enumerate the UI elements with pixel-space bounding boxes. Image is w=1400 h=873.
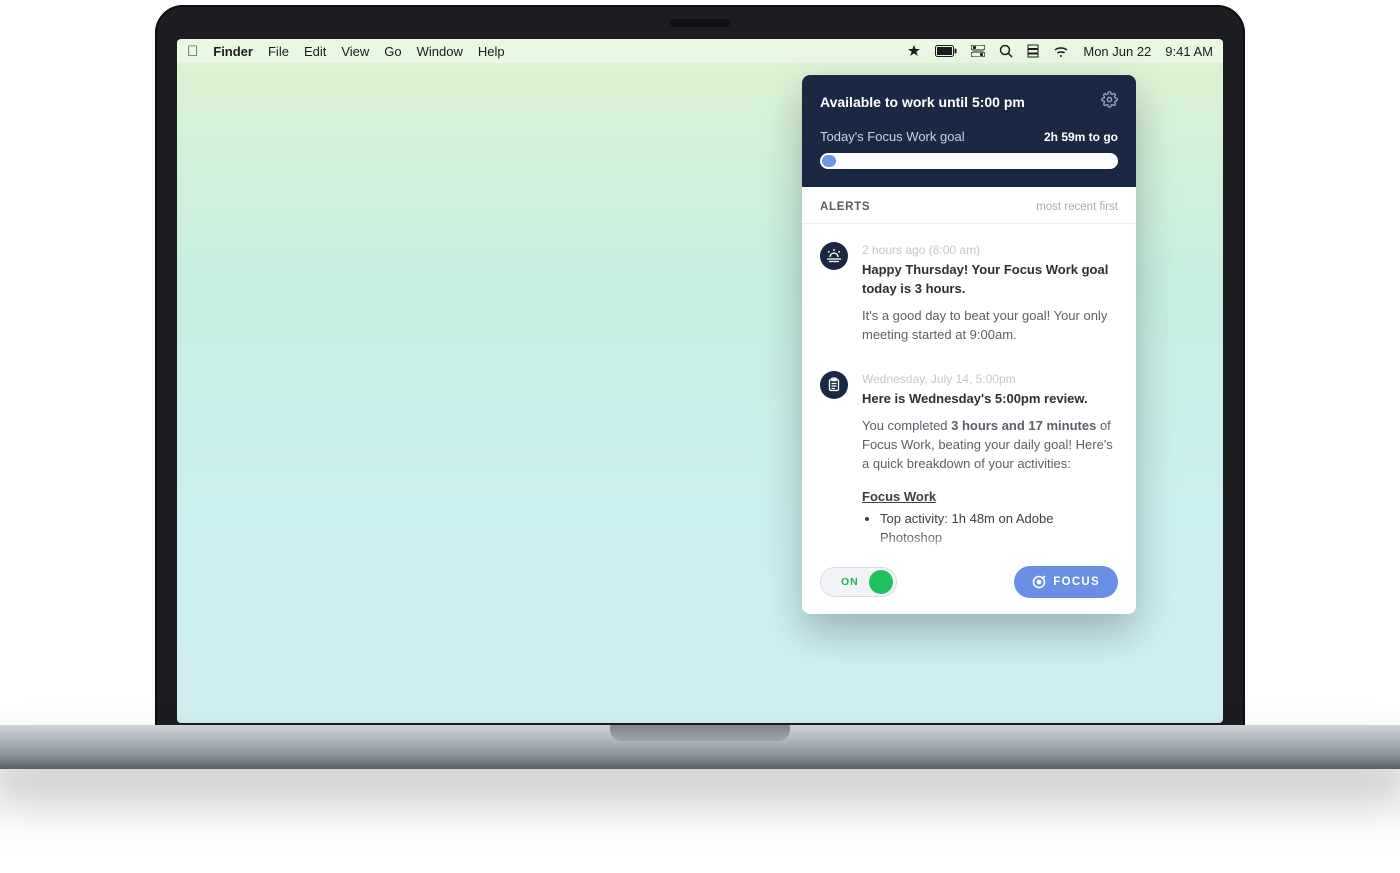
desktop:  Finder File Edit View Go Window Help (177, 39, 1223, 723)
menu-go[interactable]: Go (384, 44, 401, 59)
laptop-mockup:  Finder File Edit View Go Window Help (155, 5, 1245, 785)
laptop-base (0, 725, 1400, 769)
sunrise-icon (820, 242, 848, 270)
menu-file[interactable]: File (268, 44, 289, 59)
menubar-app-name[interactable]: Finder (213, 44, 253, 59)
laptop-notch (670, 19, 730, 27)
menu-help[interactable]: Help (478, 44, 505, 59)
settings-button[interactable] (1101, 91, 1118, 113)
focus-progress-fill (822, 155, 836, 167)
toggle-knob (869, 570, 893, 594)
alert-headline: Here is Wednesday's 5:00pm review. (862, 390, 1118, 409)
alerts-sort[interactable]: most recent first (1036, 201, 1118, 213)
menubar-date[interactable]: Mon Jun 22 (1083, 44, 1151, 59)
apple-menu-icon[interactable]:  (187, 43, 198, 60)
alert-body-bold: 3 hours and 17 minutes (951, 418, 1096, 433)
alert-timestamp: Wednesday, July 14, 5:00pm (862, 371, 1118, 388)
panel-header: Available to work until 5:00 pm Today's … (802, 75, 1136, 187)
spotlight-icon[interactable] (999, 44, 1013, 58)
toggle-label: ON (841, 576, 859, 588)
alert-headline: Happy Thursday! Your Focus Work goal tod… (862, 261, 1118, 299)
menu-window[interactable]: Window (417, 44, 463, 59)
menubar-time[interactable]: 9:41 AM (1165, 44, 1213, 59)
alert-body-pre: You completed (862, 418, 951, 433)
focus-goal-remaining: 2h 59m to go (1044, 130, 1118, 144)
alerts-list[interactable]: 2 hours ago (8:00 am) Happy Thursday! Yo… (802, 224, 1136, 554)
macos-menubar:  Finder File Edit View Go Window Help (177, 39, 1223, 63)
rescuetime-panel: Available to work until 5:00 pm Today's … (802, 75, 1136, 614)
tracking-toggle[interactable]: ON (820, 567, 897, 597)
menu-extra-icon[interactable] (1027, 44, 1039, 58)
focus-work-section: Focus Work (862, 488, 1118, 507)
menu-view[interactable]: View (341, 44, 369, 59)
battery-icon[interactable] (935, 45, 957, 57)
focus-goal-label: Today's Focus Work goal (820, 129, 965, 144)
control-center-icon[interactable] (971, 45, 985, 57)
panel-footer: ON FOCUS (802, 554, 1136, 614)
wifi-icon[interactable] (1053, 45, 1069, 57)
menu-edit[interactable]: Edit (304, 44, 326, 59)
alert-body: It's a good day to beat your goal! Your … (862, 307, 1118, 345)
focus-progress-bar (820, 153, 1118, 169)
alert-item: Wednesday, July 14, 5:00pm Here is Wedne… (820, 371, 1118, 554)
alert-body: You completed 3 hours and 17 minutes of … (862, 417, 1118, 474)
alert-timestamp: 2 hours ago (8:00 am) (862, 242, 1118, 259)
clipboard-icon (820, 371, 848, 399)
alert-item: 2 hours ago (8:00 am) Happy Thursday! Yo… (820, 242, 1118, 345)
target-icon (1032, 575, 1046, 589)
top-activity: Top activity: 1h 48m on Adobe Photoshop (880, 510, 1118, 548)
alerts-header: ALERTS most recent first (802, 187, 1136, 224)
menubar-app-icon[interactable] (907, 44, 921, 58)
alerts-title: ALERTS (820, 201, 870, 213)
laptop-bezel:  Finder File Edit View Go Window Help (155, 5, 1245, 735)
focus-button-label: FOCUS (1053, 576, 1100, 588)
availability-text: Available to work until 5:00 pm (820, 94, 1025, 110)
focus-button[interactable]: FOCUS (1014, 566, 1118, 598)
